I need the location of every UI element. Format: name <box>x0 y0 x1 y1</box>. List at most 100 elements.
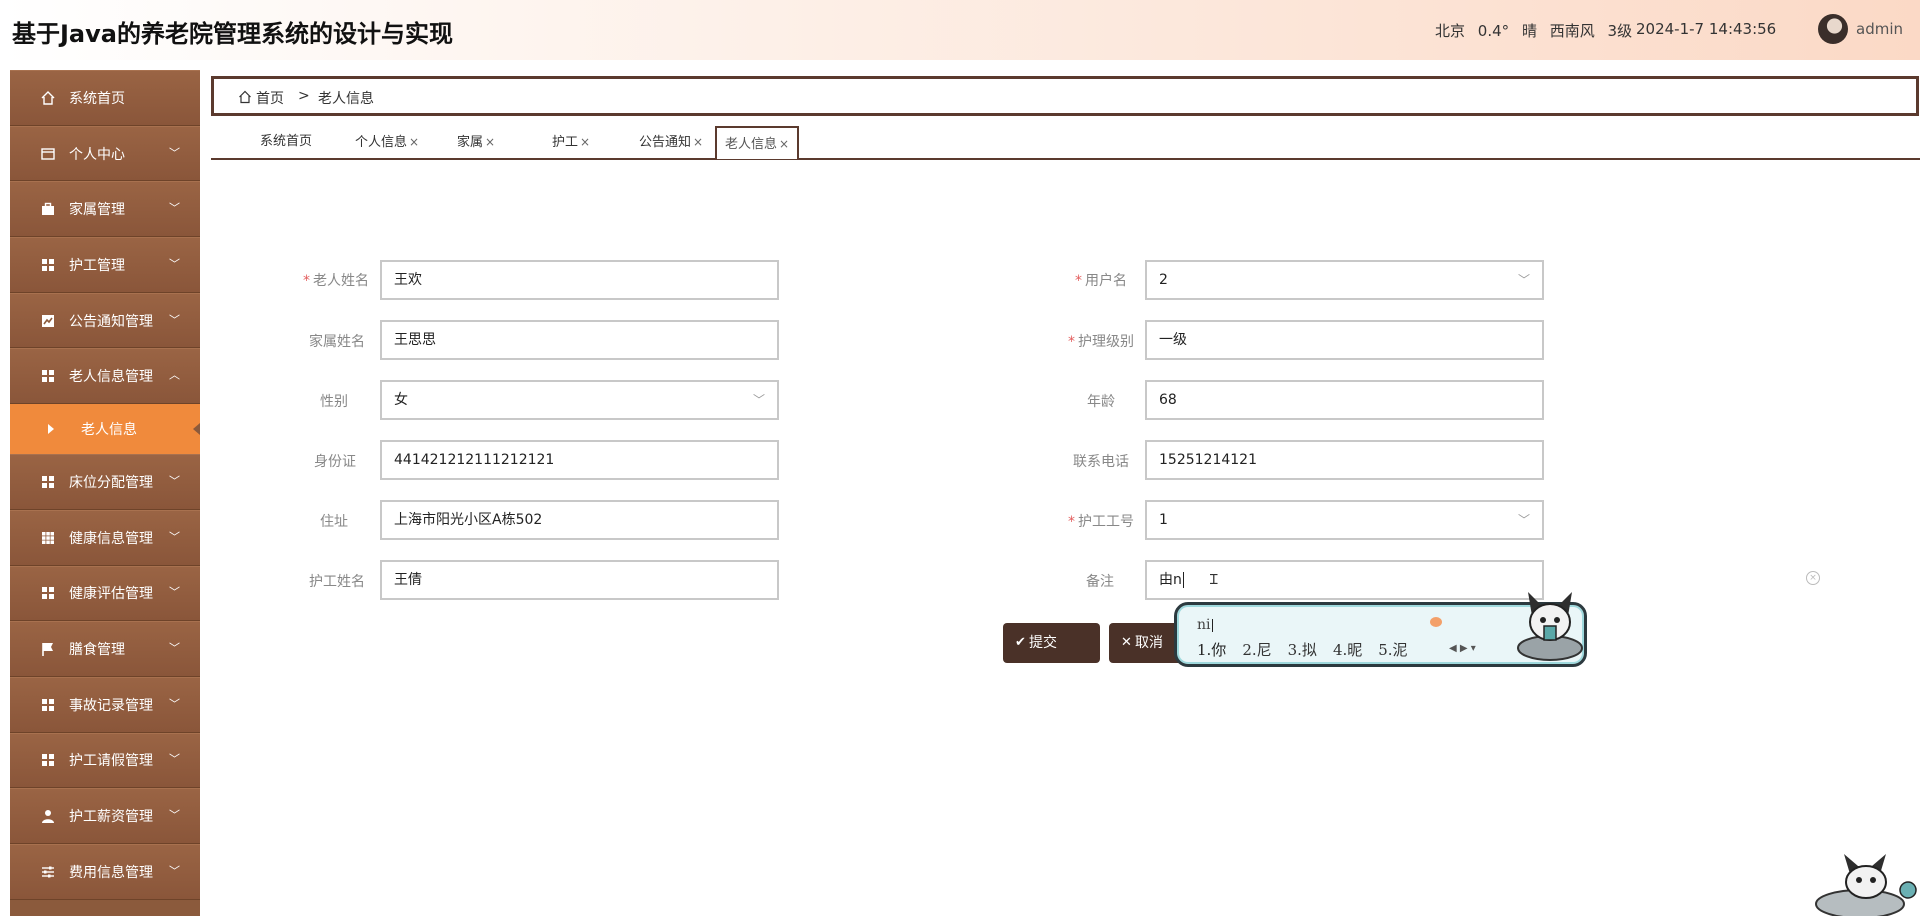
grid-icon <box>40 752 56 768</box>
gender-select[interactable]: 女 ﹀ <box>380 380 779 420</box>
tab-caregiver[interactable]: 护工 × <box>552 126 590 158</box>
user-icon <box>40 808 56 824</box>
tab-label: 公告通知 <box>639 135 692 150</box>
elder-name-label: * 老人姓名 <box>303 273 369 289</box>
chevron-down-icon: ﹀ <box>1517 513 1530 527</box>
chevron-down-icon: ﹀ <box>169 312 180 326</box>
ime-skin-icon <box>1430 617 1442 627</box>
clear-icon[interactable]: × <box>1806 571 1820 585</box>
sidebar-item-health-eval[interactable]: 健康评估管理 ﹀ <box>10 565 200 622</box>
ime-pinyin: ni <box>1197 617 1213 633</box>
sidebar-item-caregiver[interactable]: 护工管理 ﹀ <box>10 237 200 293</box>
family-name-label: 家属姓名 <box>309 334 365 350</box>
close-icon[interactable]: × <box>580 135 590 149</box>
chart-icon <box>40 313 56 329</box>
ime-candidate[interactable]: 3.拟 <box>1288 641 1317 659</box>
tab-elder-info[interactable]: 老人信息 × <box>715 126 800 159</box>
close-icon: ✕ <box>1121 635 1132 650</box>
app-header: 基于Java的养老院管理系统的设计与实现 北京 0.4° 晴 西南风 3级 20… <box>0 0 1920 60</box>
close-icon[interactable]: × <box>779 137 789 151</box>
close-icon[interactable]: × <box>409 135 419 149</box>
chevron-up-icon: ︿ <box>169 368 180 382</box>
weather-info: 北京 0.4° 晴 西南风 3级 <box>1435 20 1640 41</box>
ime-candidates: 1.你 2.尼 3.拟 4.昵 5.泥 <box>1197 639 1424 660</box>
breadcrumb-home-link[interactable]: 首页 <box>256 88 284 108</box>
breadcrumb: 首页 > 老人信息 <box>211 76 1919 116</box>
sidebar-item-label: 费用信息管理 <box>69 864 153 881</box>
caret-right-icon <box>48 424 54 435</box>
weather-city: 北京 <box>1435 22 1466 40</box>
sidebar-item-label: 系统首页 <box>69 90 125 107</box>
ime-candidate[interactable]: 4.昵 <box>1333 641 1362 659</box>
ime-candidate[interactable]: 1.你 <box>1197 641 1226 659</box>
sidebar-item-label: 家属管理 <box>69 202 125 219</box>
username-label[interactable]: admin <box>1856 20 1903 38</box>
username-select[interactable]: 2 ﹀ <box>1145 260 1544 300</box>
sidebar-item-bed[interactable]: 床位分配管理 ﹀ <box>10 454 200 510</box>
weather-temp: 0.4° <box>1477 22 1510 40</box>
id-card-field[interactable]: 441421212111212121 <box>380 440 779 480</box>
sidebar-item-label: 护工管理 <box>69 257 125 274</box>
phone-label: 联系电话 <box>1073 454 1129 470</box>
elder-name-field[interactable]: 王欢 <box>380 260 779 300</box>
address-label: 住址 <box>320 514 348 530</box>
phone-field[interactable]: 15251214121 <box>1145 440 1544 480</box>
sidebar-item-label: 健康信息管理 <box>69 530 153 547</box>
sidebar-item-health-info[interactable]: 健康信息管理 ﹀ <box>10 509 200 566</box>
close-icon[interactable]: × <box>485 135 495 149</box>
table-icon <box>40 530 56 546</box>
close-icon[interactable]: × <box>693 135 703 149</box>
gender-label: 性别 <box>320 394 348 410</box>
submit-button[interactable]: ✔ 提交 <box>1003 623 1100 663</box>
id-card-label: 身份证 <box>314 454 356 470</box>
sidebar-item-meal[interactable]: 膳食管理 ﹀ <box>10 621 200 677</box>
tab-personal-info[interactable]: 个人信息 × <box>355 126 419 158</box>
remark-field[interactable]: 由n Ɪ <box>1145 560 1544 600</box>
ime-page-arrows-icon[interactable]: ◀ ▶ ▾ <box>1449 643 1476 654</box>
sidebar-item-salary[interactable]: 护工薪资管理 ﹀ <box>10 788 200 844</box>
sidebar-subitem-elder-info[interactable]: 老人信息 <box>10 404 200 455</box>
home-icon <box>40 90 56 106</box>
tab-label: 护工 <box>552 135 579 150</box>
tab-label: 个人信息 <box>355 135 408 150</box>
sidebar-item-accident[interactable]: 事故记录管理 ﹀ <box>10 676 200 733</box>
sidebar-item-notice[interactable]: 公告通知管理 ﹀ <box>10 292 200 349</box>
text-cursor-icon: Ɪ <box>1209 572 1218 588</box>
sidebar-item-label: 护工请假管理 <box>69 753 153 770</box>
app-title: 基于Java的养老院管理系统的设计与实现 <box>12 20 453 48</box>
caregiver-id-label: * 护工工号 <box>1068 514 1134 530</box>
care-level-label: * 护理级别 <box>1068 334 1134 350</box>
sidebar-item-label: 床位分配管理 <box>69 474 153 491</box>
home-icon[interactable] <box>238 89 252 104</box>
sidebar-item-leave[interactable]: 护工请假管理 ﹀ <box>10 732 200 789</box>
grid-icon <box>40 257 56 273</box>
sidebar-item-label: 健康评估管理 <box>69 586 153 603</box>
family-name-field[interactable]: 王思思 <box>380 320 779 360</box>
sidebar-item-elder-info[interactable]: 老人信息管理 ︿ <box>10 348 200 405</box>
tab-home[interactable]: 系统首页 <box>260 126 312 158</box>
username-field-label: * 用户名 <box>1075 273 1127 289</box>
sidebar: 系统首页 个人中心 ﹀ 家属管理 ﹀ 护工管理 ﹀ 公告通知管理 ﹀ 老人信息管… <box>10 70 200 916</box>
sidebar-item-family[interactable]: 家属管理 ﹀ <box>10 181 200 238</box>
sidebar-item-home[interactable]: 系统首页 <box>10 70 200 126</box>
ime-candidate[interactable]: 2.尼 <box>1242 641 1271 659</box>
breadcrumb-separator: > <box>298 88 310 104</box>
chevron-down-icon: ﹀ <box>169 864 180 878</box>
sidebar-item-label: 老人信息管理 <box>69 369 153 386</box>
ime-candidate[interactable]: 5.泥 <box>1378 641 1407 659</box>
tab-family[interactable]: 家属 × <box>457 126 495 158</box>
tab-notice[interactable]: 公告通知 × <box>639 126 703 158</box>
caregiver-name-field[interactable]: 王倩 <box>380 560 779 600</box>
chevron-down-icon: ﹀ <box>169 808 180 822</box>
avatar[interactable] <box>1818 14 1848 44</box>
sidebar-item-fee[interactable]: 费用信息管理 ﹀ <box>10 843 200 900</box>
sidebar-item-personal-center[interactable]: 个人中心 ﹀ <box>10 125 200 182</box>
address-field[interactable]: 上海市阳光小区A栋502 <box>380 500 779 540</box>
age-field[interactable]: 68 <box>1145 380 1544 420</box>
ime-mascot-icon <box>1517 592 1583 661</box>
chevron-down-icon: ﹀ <box>1517 273 1530 287</box>
caregiver-id-select[interactable]: 1 ﹀ <box>1145 500 1544 540</box>
check-icon: ✔ <box>1015 635 1026 650</box>
care-level-field[interactable]: 一级 <box>1145 320 1544 360</box>
chevron-down-icon: ﹀ <box>169 530 180 544</box>
